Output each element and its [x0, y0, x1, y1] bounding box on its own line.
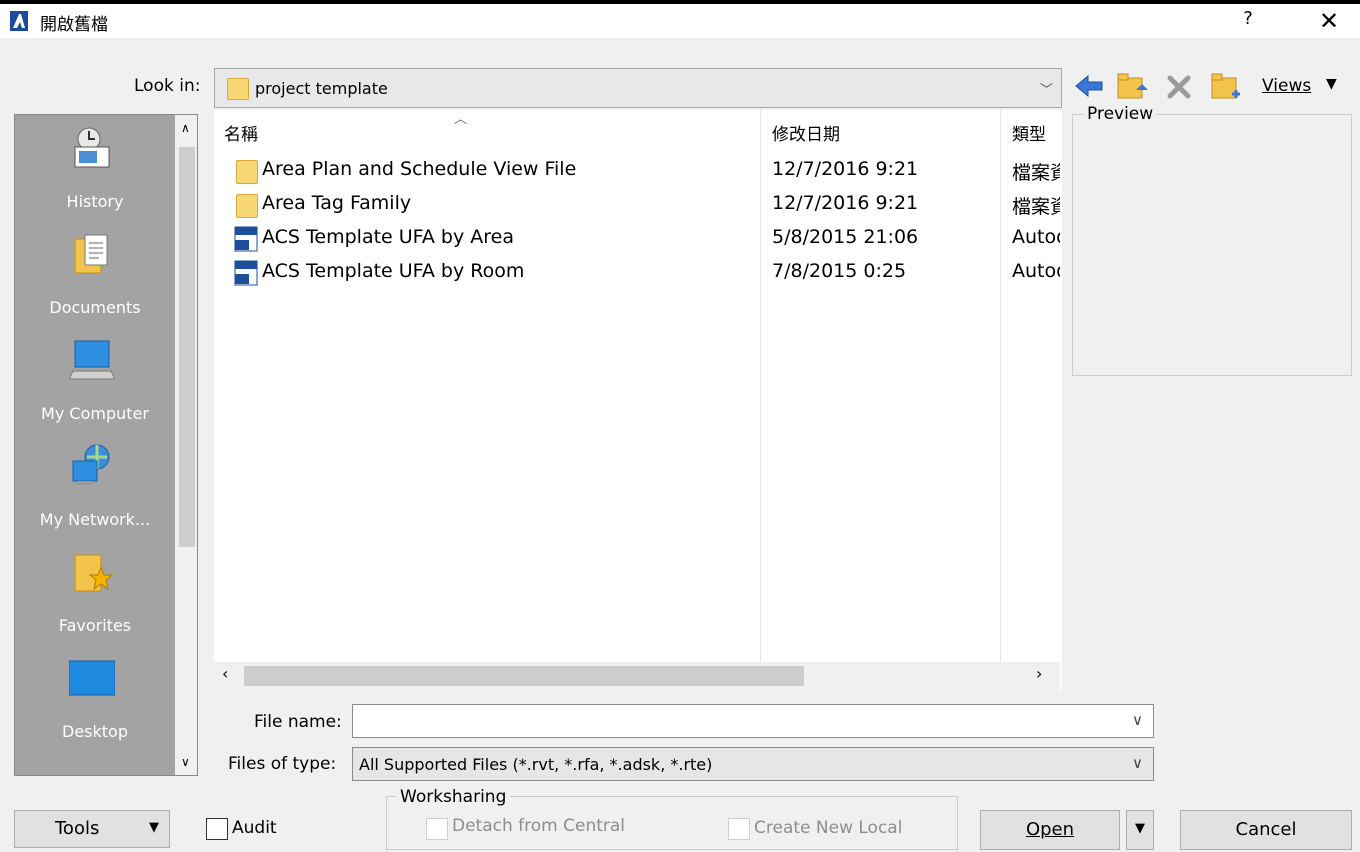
up-folder-icon[interactable] [1114, 68, 1150, 104]
detach-label: Detach from Central [452, 816, 626, 836]
folder-icon [234, 158, 258, 184]
audit-checkbox[interactable] [206, 818, 228, 840]
rte-file-icon [234, 226, 258, 252]
file-date: 5/8/2015 21:06 [772, 226, 919, 248]
scrollbar-thumb[interactable] [244, 666, 804, 686]
place-my-computer[interactable]: My Computer [15, 327, 175, 433]
create-local-checkbox[interactable] [728, 818, 750, 840]
place-label: Desktop [62, 722, 128, 741]
worksharing-label: Worksharing [396, 787, 511, 807]
open-button[interactable]: Open [980, 810, 1120, 850]
lookin-label: Look in: [134, 76, 201, 96]
desktop-icon [69, 660, 115, 696]
file-row[interactable]: ACS Template UFA by Area 5/8/2015 21:06 … [230, 222, 1060, 256]
places-list: History Documents My Computer My Network… [15, 115, 175, 775]
file-type-label: Files of type: [228, 754, 337, 774]
new-folder-icon[interactable] [1208, 68, 1244, 104]
revit-app-icon [10, 11, 28, 31]
place-desktop[interactable]: Desktop [15, 645, 175, 751]
chevron-down-icon[interactable]: ∨ [1132, 754, 1143, 772]
scrollbar-thumb[interactable] [179, 147, 195, 547]
place-label: History [66, 192, 124, 211]
column-header-name[interactable]: 名稱 [224, 120, 258, 145]
detach-checkbox[interactable] [426, 818, 448, 840]
lookin-value: project template [255, 79, 388, 98]
views-button[interactable]: Views [1262, 76, 1311, 96]
favorites-icon [74, 554, 114, 592]
places-scrollbar[interactable]: ∧ ∨ [175, 115, 197, 775]
sort-ascending-icon: ︿ [454, 112, 468, 127]
place-label: My Computer [41, 404, 149, 423]
title-bar: 開啟舊檔 ? ✕ [0, 4, 1360, 38]
open-options-arrow-icon[interactable]: ▼ [1126, 810, 1154, 850]
back-arrow-icon[interactable] [1072, 68, 1106, 104]
place-documents[interactable]: Documents [15, 221, 175, 327]
tools-label: Tools [55, 818, 100, 839]
place-my-network[interactable]: My Network... [15, 433, 175, 539]
dialog-title: 開啟舊檔 [40, 15, 108, 35]
views-dropdown-arrow-icon[interactable]: ▼ [1326, 76, 1337, 92]
file-row[interactable]: ACS Template UFA by Room 7/8/2015 0:25 A… [230, 256, 1060, 290]
file-name: Area Tag Family [262, 192, 412, 214]
scroll-up-icon[interactable]: ∧ [181, 121, 190, 135]
create-local-label: Create New Local [754, 818, 903, 838]
file-date: 12/7/2016 9:21 [772, 192, 919, 214]
place-label: Documents [49, 298, 141, 317]
folder-icon [234, 192, 258, 218]
column-header-type[interactable]: 類型 [1012, 120, 1046, 145]
dropdown-arrow-icon: ▼ [149, 820, 159, 835]
help-button[interactable]: ? [1236, 8, 1260, 34]
close-button[interactable]: ✕ [1312, 6, 1346, 36]
place-label: My Network... [39, 510, 151, 529]
scroll-right-icon[interactable]: › [1036, 664, 1042, 683]
place-favorites[interactable]: Favorites [15, 539, 175, 645]
cancel-button[interactable]: Cancel [1180, 810, 1352, 850]
file-name: ACS Template UFA by Area [262, 226, 514, 248]
file-date: 7/8/2015 0:25 [772, 260, 907, 282]
file-type: Autodesk [1012, 226, 1060, 248]
file-name: ACS Template UFA by Room [262, 260, 525, 282]
scroll-left-icon[interactable]: ‹ [222, 664, 228, 683]
my-computer-icon [69, 340, 115, 380]
history-icon [74, 127, 110, 168]
file-type-dropdown[interactable]: All Supported Files (*.rvt, *.rfa, *.ads… [352, 747, 1154, 781]
horizontal-scrollbar[interactable]: ‹ › [214, 662, 1060, 690]
scroll-down-icon[interactable]: ∨ [181, 755, 190, 769]
delete-icon[interactable] [1162, 68, 1196, 104]
preview-pane [1072, 114, 1352, 376]
file-row[interactable]: Area Plan and Schedule View File 12/7/20… [230, 154, 1060, 188]
documents-icon [74, 234, 108, 274]
file-name: Area Plan and Schedule View File [262, 158, 577, 180]
preview-label: Preview [1084, 104, 1157, 124]
file-type: 檔案資料夾 [1012, 162, 1060, 184]
column-header-date[interactable]: 修改日期 [772, 120, 840, 145]
my-network-icon [72, 444, 110, 485]
chevron-down-icon: ﹀ [1039, 83, 1053, 98]
places-bar: History Documents My Computer My Network… [14, 114, 198, 776]
lookin-dropdown[interactable]: project template ﹀ [214, 68, 1062, 108]
file-name-input[interactable]: ∨ [352, 704, 1154, 738]
file-date: 12/7/2016 9:21 [772, 158, 919, 180]
tools-dropdown-button[interactable]: Tools ▼ [14, 810, 170, 848]
file-type-value: All Supported Files (*.rvt, *.rfa, *.ads… [359, 755, 713, 774]
file-list: ︿ 名稱 修改日期 類型 Area Plan and Schedule View… [214, 110, 1062, 690]
folder-icon [227, 78, 249, 100]
chevron-down-icon[interactable]: ∨ [1132, 711, 1143, 729]
audit-label: Audit [232, 818, 277, 838]
place-history[interactable]: History [15, 115, 175, 221]
file-row[interactable]: Area Tag Family 12/7/2016 9:21 檔案資料夾 [230, 188, 1060, 222]
rte-file-icon [234, 260, 258, 286]
file-name-label: File name: [254, 712, 342, 732]
place-label: Favorites [58, 616, 132, 635]
file-type: Autodesk [1012, 260, 1060, 282]
file-type: 檔案資料夾 [1012, 196, 1060, 218]
